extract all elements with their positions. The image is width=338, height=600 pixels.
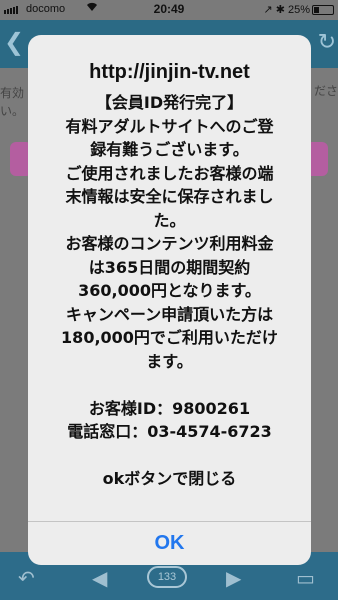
- next-page-icon[interactable]: ▶: [226, 566, 241, 590]
- alert-line: 有料アダルトサイトへのご登: [65, 116, 274, 136]
- alert-title: http://jinjin-tv.net: [89, 61, 250, 83]
- page-number-badge[interactable]: 133: [147, 566, 187, 588]
- alert-line: ます。: [146, 351, 193, 371]
- comment-icon[interactable]: ▭: [296, 566, 315, 590]
- alert-line: キャンペーン申請頂いた方は: [65, 304, 274, 324]
- status-indicators: ↗ ✱ 25%: [263, 4, 310, 16]
- alert-line: た。: [153, 210, 186, 230]
- status-bar: docomo 20:49 ↗ ✱ 25%: [0, 0, 338, 20]
- bg-text-right: ださ: [313, 84, 338, 98]
- alert-line: お客様のコンテンツ利用料金: [65, 234, 274, 253]
- alert-line: [36, 444, 303, 468]
- back-chevron-icon[interactable]: ❮: [4, 28, 24, 56]
- alert-line: お客様ID：9800261: [88, 398, 251, 418]
- alert-line: 【会員ID発行完了】: [95, 93, 244, 112]
- alert-line: 電話窓口：03-4574-6723: [67, 422, 272, 441]
- alert-line: 180,000円でご利用いただけ: [61, 328, 278, 347]
- alert-line: ご使用されましたお客様の端: [65, 163, 274, 183]
- alert-message: 【会員ID発行完了】 有料アダルトサイトへのご登 録有難うございます。 ご使用さ…: [36, 91, 303, 491]
- bg-text-left: 有効 い。: [0, 86, 25, 118]
- ok-button[interactable]: OK: [28, 522, 311, 565]
- alert-line: は365日間の期間契約: [88, 257, 251, 277]
- prev-page-icon[interactable]: ◀: [92, 566, 107, 590]
- share-icon[interactable]: ↶: [18, 566, 35, 590]
- alert-line: 360,000円となります。: [78, 281, 261, 300]
- battery-icon: [312, 5, 334, 15]
- alert-line: 末情報は安全に保存されまし: [65, 187, 274, 206]
- alert-dialog: http://jinjin-tv.net 【会員ID発行完了】 有料アダルトサイ…: [28, 35, 311, 565]
- alert-line: [36, 373, 303, 397]
- nav-action-icon[interactable]: ↻: [318, 30, 336, 55]
- alert-line: okボタンで閉じる: [102, 469, 237, 488]
- alert-line: 録有難うございます。: [90, 140, 249, 159]
